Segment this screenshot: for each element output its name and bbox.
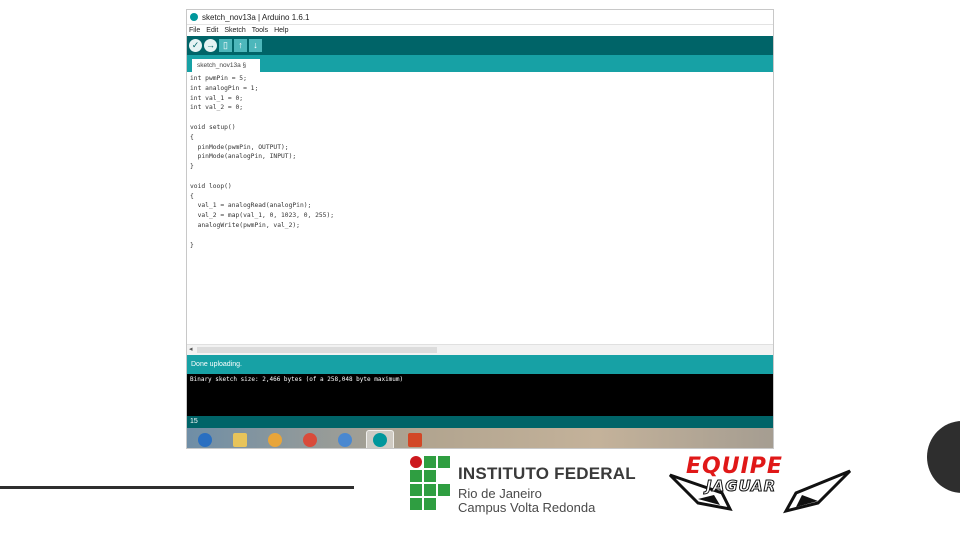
code-line: void setup(): [190, 123, 236, 131]
save-button[interactable]: ↓: [249, 39, 262, 52]
code-line: {: [190, 133, 194, 141]
ifrj-subtitle: Rio de Janeiro: [458, 486, 542, 501]
explorer-glyph-icon: [233, 432, 247, 447]
code-editor[interactable]: int pwmPin = 5; int analogPin = 1; int val…: [187, 72, 773, 344]
arduino-taskbar-icon[interactable]: [366, 429, 394, 448]
powerpoint-taskbar-icon[interactable]: [401, 430, 429, 449]
code-line: val_2 = map(val_1, 0, 1023, 0, 255);: [190, 212, 335, 220]
code-line: }: [190, 163, 194, 171]
upload-button[interactable]: →: [204, 39, 217, 52]
jaguar-title: EQUIPE: [686, 454, 783, 479]
menu-help[interactable]: Help: [274, 27, 288, 34]
code-line: void loop(): [190, 182, 232, 190]
ifrj-campus: Campus Volta Redonda: [458, 500, 596, 515]
open-button[interactable]: ↑: [234, 39, 247, 52]
arduino-app-icon: [190, 13, 198, 21]
decorative-circle: [927, 421, 960, 493]
code-line: int pwmPin = 5;: [190, 75, 247, 82]
scrollbar-thumb[interactable]: [197, 347, 437, 353]
menu-sketch[interactable]: Sketch: [224, 27, 245, 34]
code-line: pinMode(pwmPin, OUTPUT);: [190, 143, 289, 151]
footer-bar: 15: [187, 416, 773, 428]
status-bar: Done uploading.: [187, 355, 773, 374]
chrome-glyph-icon: [303, 432, 317, 447]
window-title: sketch_nov13a | Arduino 1.6.1: [202, 12, 310, 22]
menu-edit[interactable]: Edit: [206, 27, 218, 34]
menu-bar: File Edit Sketch Tools Help: [187, 25, 773, 36]
title-bar: sketch_nov13a | Arduino 1.6.1: [187, 10, 773, 25]
code-line: int val_1 = 0;: [190, 94, 244, 102]
code-line: {: [190, 192, 194, 200]
new-button[interactable]: ▯: [219, 39, 232, 52]
code-line: int val_2 = 0;: [190, 104, 244, 112]
horizontal-scrollbar[interactable]: ◂: [187, 344, 773, 355]
arduino-glyph-icon: [373, 432, 387, 447]
arduino-ide-window: sketch_nov13a | Arduino 1.6.1 File Edit …: [186, 9, 774, 449]
windows-taskbar: [187, 428, 773, 449]
powerpoint-glyph-icon: [408, 432, 422, 447]
jaguar-subtitle: JAGUAR: [705, 477, 777, 496]
scroll-left-icon[interactable]: ◂: [189, 345, 193, 353]
ifrj-grid-icon: [410, 456, 450, 510]
start-button[interactable]: [191, 430, 219, 449]
menu-tools[interactable]: Tools: [252, 27, 268, 34]
ifrj-logo: INSTITUTO FEDERAL Rio de Janeiro Campus …: [409, 455, 649, 515]
equipe-jaguar-logo: EQUIPE JAGUAR: [668, 453, 852, 521]
console-output: Binary sketch size: 2,466 bytes (of a 25…: [187, 374, 773, 416]
decorative-line: [0, 486, 354, 489]
code-line: }: [190, 241, 194, 249]
line-number: 15: [190, 418, 198, 425]
verify-button[interactable]: ✓: [189, 39, 202, 52]
code-line: val_1 = analogRead(analogPin);: [190, 202, 312, 210]
explorer-taskbar-icon[interactable]: [226, 430, 254, 449]
menu-file[interactable]: File: [189, 27, 200, 34]
code-line: int analogPin = 1;: [190, 84, 259, 92]
chrome-taskbar-icon[interactable]: [296, 430, 324, 449]
media-player-glyph-icon: [268, 432, 282, 447]
media-player-taskbar-icon[interactable]: [261, 430, 289, 449]
itunes-taskbar-icon[interactable]: [331, 430, 359, 449]
code-line: analogWrite(pwmPin, val_2);: [190, 221, 300, 229]
code-line: pinMode(analogPin, INPUT);: [190, 153, 297, 161]
tab-sketch[interactable]: sketch_nov13a §: [192, 59, 260, 72]
ifrj-title: INSTITUTO FEDERAL: [458, 464, 636, 483]
toolbar: ✓ → ▯ ↑ ↓: [187, 36, 773, 55]
console-line: Binary sketch size: 2,466 bytes (of a 25…: [190, 376, 404, 383]
itunes-glyph-icon: [338, 432, 352, 447]
tab-bar: sketch_nov13a §: [187, 55, 773, 72]
start-glyph-icon: [198, 432, 212, 447]
